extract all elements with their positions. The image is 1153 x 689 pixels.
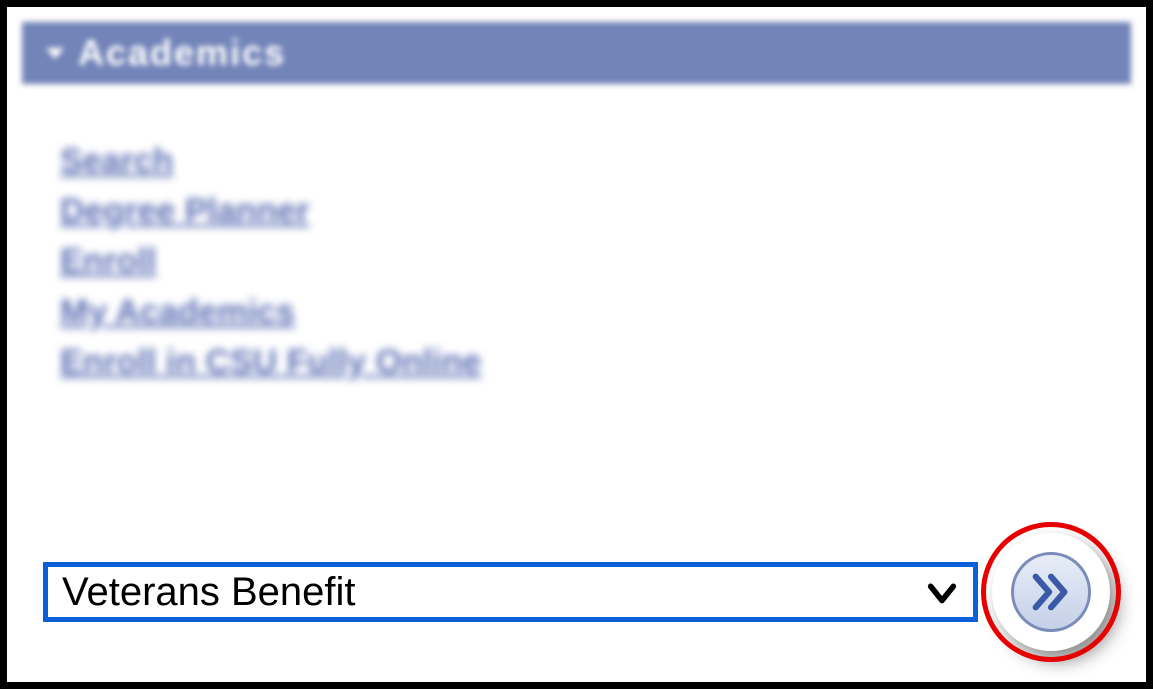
go-button[interactable] [1011, 552, 1091, 632]
link-degree-planner[interactable]: Degree Planner [60, 189, 309, 233]
link-enroll[interactable]: Enroll [60, 239, 156, 283]
other-academic-dropdown[interactable]: Veterans Benefit [43, 562, 978, 622]
go-button-highlight [976, 517, 1126, 667]
academics-panel: Academics Search Degree Planner Enroll M… [0, 0, 1153, 689]
link-my-academics[interactable]: My Academics [60, 290, 295, 334]
dropdown-selected-value: Veterans Benefit [62, 570, 925, 615]
dropdown-row: Veterans Benefit [43, 517, 1126, 667]
collapse-down-icon [46, 48, 64, 59]
section-header[interactable]: Academics [22, 22, 1131, 84]
link-enroll-csu-online[interactable]: Enroll in CSU Fully Online [60, 340, 481, 384]
link-search[interactable]: Search [60, 139, 173, 183]
double-chevron-right-icon [1028, 569, 1074, 615]
chevron-down-icon [925, 575, 959, 609]
section-title: Academics [78, 32, 286, 74]
links-list: Search Degree Planner Enroll My Academic… [22, 84, 1131, 384]
